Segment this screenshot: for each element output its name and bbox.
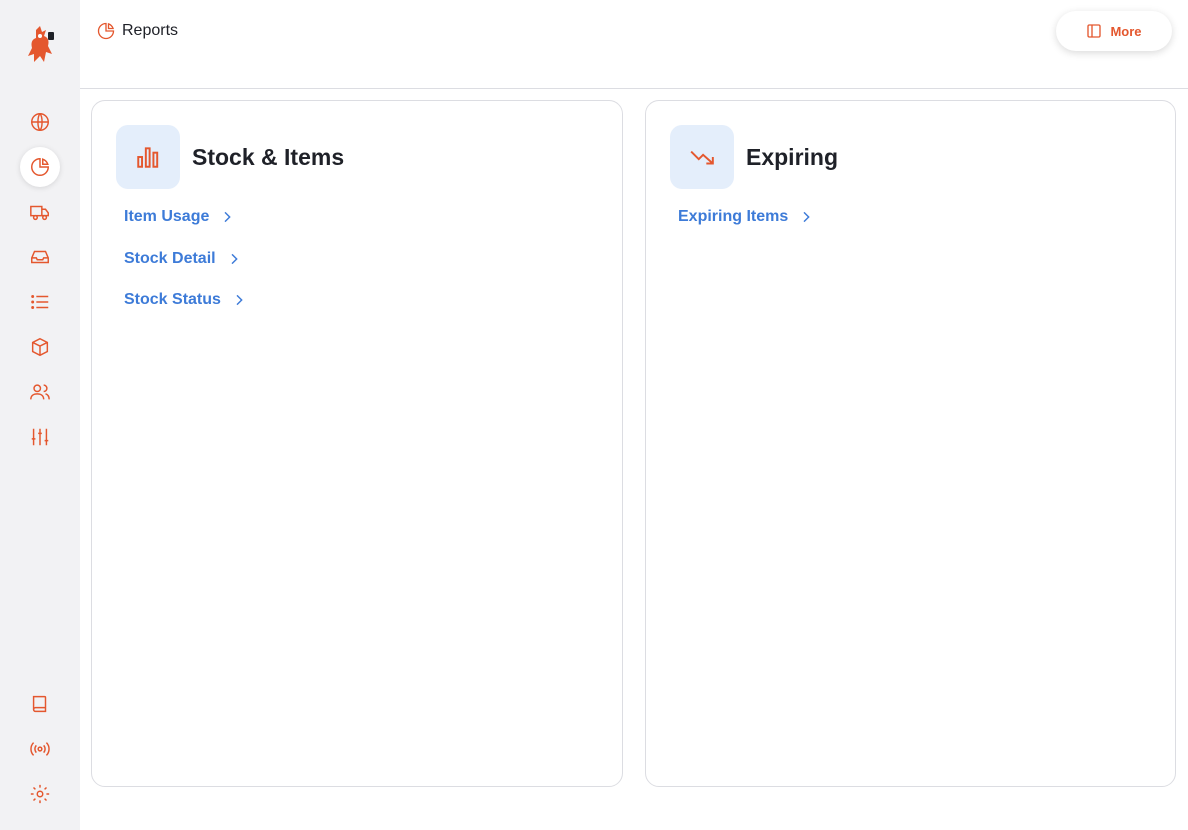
sliders-icon: [31, 428, 49, 446]
sidebar: [0, 0, 80, 830]
card-header: Stock & Items: [116, 125, 344, 189]
app-logo[interactable]: [22, 24, 58, 66]
report-link-expiring-items[interactable]: Expiring Items: [678, 207, 814, 227]
report-links: Expiring Items: [678, 207, 814, 249]
pie-chart-icon: [31, 158, 49, 176]
gear-icon: [30, 784, 50, 804]
radio-signal-icon: [30, 742, 50, 756]
report-card-expiring: Expiring Expiring Items: [645, 100, 1176, 787]
book-icon: [32, 695, 47, 713]
sidebar-item-list[interactable]: [20, 282, 60, 322]
globe-icon: [31, 113, 49, 131]
card-header: Expiring: [670, 125, 838, 189]
list-icon: [31, 295, 49, 309]
bar-chart-icon: [137, 147, 159, 168]
users-icon: [30, 384, 50, 400]
sidebar-item-settings[interactable]: [20, 774, 60, 814]
report-card-stock-items: Stock & Items Item Usage Stock Detail St…: [91, 100, 623, 787]
sidebar-item-settings-sliders[interactable]: [20, 417, 60, 457]
card-title: Expiring: [746, 143, 839, 170]
report-link-label: Stock Status: [124, 291, 221, 308]
sidebar-item-inventory[interactable]: [20, 327, 60, 367]
sidebar-item-shipping[interactable]: [20, 192, 60, 232]
chevron-right-icon: [224, 211, 232, 223]
sidebar-item-book[interactable]: [20, 684, 60, 724]
page-title: Reports: [122, 22, 179, 39]
card-title: Stock & Items: [192, 143, 345, 170]
card-icon-box: [116, 125, 180, 189]
sidebar-item-users[interactable]: [20, 372, 60, 412]
trending-down-icon: [690, 150, 714, 165]
sidebar-item-inbox[interactable]: [20, 237, 60, 277]
sidebar-item-globe[interactable]: [20, 102, 60, 142]
sidebar-panel-icon: [1087, 24, 1102, 38]
card-icon-box: [670, 125, 734, 189]
inbox-icon: [31, 250, 49, 264]
sidebar-item-reports[interactable]: [20, 147, 60, 187]
pie-chart-icon: [97, 22, 115, 40]
chevron-right-icon: [236, 294, 243, 306]
report-link-stock-detail[interactable]: Stock Detail: [124, 249, 247, 269]
sidebar-item-broadcast[interactable]: [20, 729, 60, 769]
report-link-label: Expiring Items: [678, 208, 789, 225]
more-button[interactable]: More: [1056, 11, 1172, 51]
report-links: Item Usage Stock Detail Stock Status: [124, 207, 247, 332]
breadcrumb: Reports: [96, 21, 178, 41]
truck-icon: [30, 205, 49, 221]
report-link-stock-status[interactable]: Stock Status: [124, 290, 247, 310]
chevron-right-icon: [803, 211, 810, 223]
chevron-right-icon: [231, 253, 238, 264]
top-header: Reports More: [80, 0, 1188, 89]
more-button-label: More: [1110, 23, 1142, 39]
main-content: Stock & Items Item Usage Stock Detail St…: [80, 89, 1188, 830]
report-link-label: Stock Detail: [124, 249, 216, 267]
box-icon: [31, 337, 49, 357]
report-link-label: Item Usage: [124, 208, 210, 225]
report-link-item-usage[interactable]: Item Usage: [124, 207, 247, 227]
